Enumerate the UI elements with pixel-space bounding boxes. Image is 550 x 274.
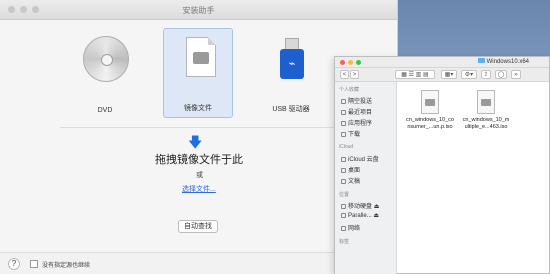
sidebar-item-network[interactable]: 网络 — [341, 223, 360, 232]
forward-button[interactable]: > — [350, 70, 359, 79]
file-name-line1: cn_windows_10_co — [405, 117, 454, 123]
document-icon — [341, 178, 346, 184]
sidebar-item-airdrop[interactable]: 隔空投送 — [341, 96, 372, 105]
finder-titlebar: Windows10.x64 — [335, 57, 549, 68]
iso-file-icon — [421, 90, 439, 114]
favorites-heading: 个人收藏 — [339, 87, 360, 93]
file-item[interactable]: cn_windows_10_m ultiple_e...463.iso — [457, 90, 515, 131]
recents-icon — [341, 109, 346, 115]
action-gear-icon[interactable]: ⚙▾ — [461, 70, 477, 79]
source-dvd[interactable]: DVD — [70, 28, 140, 118]
network-icon — [341, 225, 346, 231]
dvd-disc-icon — [83, 36, 129, 82]
finder-window: Windows10.x64 < > ▦ ☰ ▥ ▤ ▦▾ ⚙▾ ⇪ ◯ » 个人… — [334, 56, 550, 274]
sidebar-item-label: 隔空投送 — [348, 99, 373, 105]
finder-zoom-button[interactable] — [356, 60, 361, 65]
disk-icon — [341, 212, 346, 218]
group-button[interactable]: ▦▾ — [441, 70, 457, 79]
external-drive-icon — [341, 203, 346, 209]
sidebar-item-desktop[interactable]: 桌面 — [341, 165, 360, 174]
cloud-icon — [341, 156, 346, 162]
usb-drive-icon: ⌁ — [280, 38, 304, 80]
sidebar-item-label: 网络 — [348, 226, 361, 232]
downloads-icon — [341, 131, 346, 137]
sidebar-item-icloud-drive[interactable]: iCloud 云盘 — [341, 154, 379, 163]
finder-minimize-button[interactable] — [348, 60, 353, 65]
source-usb-label: USB 驱动器 — [272, 106, 310, 113]
file-item[interactable]: cn_windows_10_co nsumer_...un.p.iso — [401, 90, 459, 131]
sidebar-item-parallels[interactable]: Paralle... ⏏ — [341, 212, 379, 219]
view-mode-buttons[interactable]: ▦ ☰ ▥ ▤ — [395, 70, 435, 79]
install-source-options: DVD 镜像文件 ⌁ USB 驱动器 — [70, 28, 340, 118]
finder-title-text: Windows10.x64 — [486, 59, 529, 65]
folder-icon — [477, 58, 485, 63]
sidebar-item-downloads[interactable]: 下载 — [341, 129, 360, 138]
continue-without-source-label: 没有指定源也继续 — [42, 263, 91, 269]
drive-glyph — [193, 52, 209, 64]
share-icon[interactable]: ⇪ — [481, 70, 491, 79]
usb-body: ⌁ — [280, 49, 304, 79]
sidebar-item-label: 桌面 — [348, 168, 361, 174]
sidebar-item-label: 文稿 — [348, 179, 361, 185]
sidebar-item-label: iCloud 云盘 — [348, 157, 379, 163]
sidebar-item-applications[interactable]: 应用程序 — [341, 118, 372, 127]
desktop-icon — [341, 167, 346, 173]
applications-icon — [341, 120, 346, 126]
window-title: 安装助手 — [182, 6, 215, 15]
sidebar-item-label: 移动硬盘 — [348, 204, 373, 210]
tag-icon[interactable]: ◯ — [495, 70, 507, 79]
finder-title: Windows10.x64 — [477, 58, 529, 65]
finder-toolbar: < > ▦ ☰ ▥ ▤ ▦▾ ⚙▾ ⇪ ◯ » — [335, 68, 549, 82]
back-button[interactable]: < — [340, 70, 349, 79]
finder-sidebar: 个人收藏 隔空投送 最近项目 应用程序 下载 iCloud iCloud 云盘 … — [335, 82, 397, 274]
section-divider — [60, 127, 340, 128]
eject-icon[interactable]: ⏏ — [374, 204, 380, 210]
source-image-file-label: 镜像文件 — [184, 105, 212, 112]
window-titlebar: 安装助手 — [0, 0, 397, 20]
page-fold — [208, 37, 216, 45]
icloud-heading: iCloud — [339, 144, 354, 150]
sidebar-item-recents[interactable]: 最近项目 — [341, 107, 372, 116]
sidebar-item-label: 最近项目 — [348, 110, 373, 116]
eject-icon[interactable]: ⏏ — [373, 213, 379, 219]
continue-without-source-checkbox[interactable] — [30, 260, 38, 268]
source-usb[interactable]: ⌁ USB 驱动器 — [256, 28, 326, 118]
locations-heading: 位置 — [339, 192, 350, 198]
auto-find-button[interactable]: 自动查找 — [178, 220, 218, 233]
airdrop-icon — [341, 98, 346, 104]
tags-heading: 标签 — [339, 239, 350, 245]
sidebar-item-label: Paralle... — [348, 213, 372, 219]
sidebar-item-label: 下载 — [348, 132, 361, 138]
finder-close-button[interactable] — [340, 60, 345, 65]
iso-file-icon — [477, 90, 495, 114]
help-button[interactable]: ? — [8, 258, 20, 270]
sidebar-item-documents[interactable]: 文稿 — [341, 176, 360, 185]
source-image-file[interactable]: 镜像文件 — [163, 28, 233, 118]
file-name-line2: ultiple_e...463.iso — [464, 124, 508, 130]
file-name-line2: nsumer_...un.p.iso — [407, 124, 453, 130]
disk-image-file-icon — [186, 37, 216, 77]
or-text: 或 — [196, 172, 203, 179]
sidebar-item-external-drive[interactable]: 移动硬盘 ⏏ — [341, 201, 379, 210]
choose-file-link[interactable]: 选择文件... — [182, 184, 216, 194]
more-icon[interactable]: » — [511, 70, 521, 79]
file-name-line1: cn_windows_10_m — [462, 117, 510, 123]
source-dvd-label: DVD — [97, 107, 113, 114]
sidebar-item-label: 应用程序 — [348, 121, 373, 127]
finder-window-controls — [340, 60, 361, 65]
